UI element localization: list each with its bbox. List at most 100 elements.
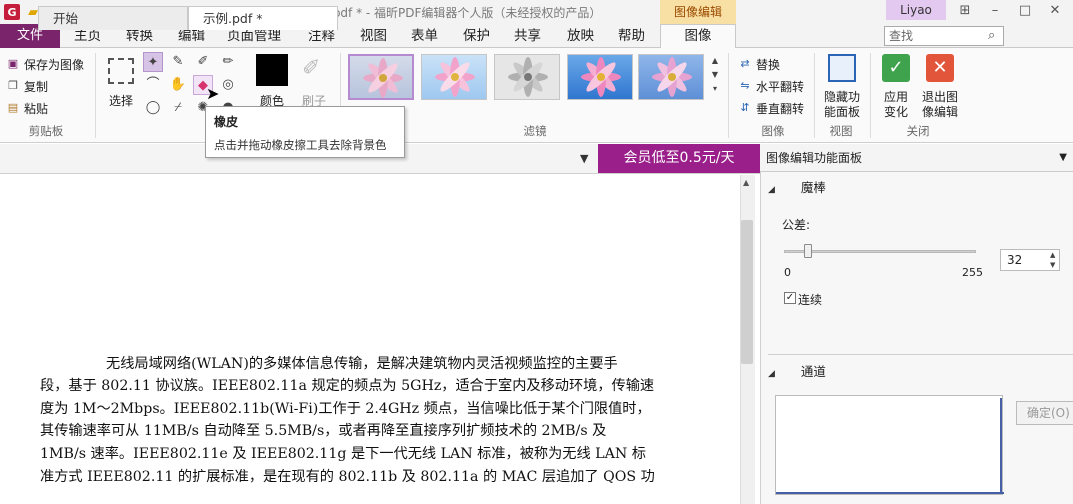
filter-thumb-original[interactable]: [348, 54, 414, 100]
exit-label-line1: 退出图: [921, 90, 958, 104]
eyedropper-icon[interactable]: ✎: [168, 52, 188, 72]
tab-form[interactable]: 表单: [411, 24, 438, 48]
apply-changes-button[interactable]: ✓ 应用 变化: [878, 54, 914, 120]
copy-button[interactable]: ❐ 复制: [6, 76, 48, 96]
tab-view[interactable]: 视图: [360, 24, 387, 48]
channel-section-header[interactable]: ◢ 通道: [768, 360, 1073, 384]
histogram-baseline: [776, 492, 1004, 494]
doc-line: 准方式 IEEE802.11 的扩展标准，是在现有的 802.11b 及 802…: [40, 469, 655, 485]
doc-line: 度为 1M～2Mbps。IEEE802.11b(Wi-Fi)工作于 2.4GHz…: [40, 401, 651, 417]
more-filters-icon[interactable]: ▾: [709, 82, 721, 96]
tab-image[interactable]: 图像: [660, 24, 736, 49]
minimize-icon[interactable]: –: [986, 2, 1004, 20]
pencil-tool-icon[interactable]: ✏: [218, 52, 238, 72]
tab-protect[interactable]: 保护: [463, 24, 490, 48]
panel-dropdown-icon[interactable]: ▼: [1059, 144, 1067, 172]
save-image-icon: ▣: [7, 57, 19, 70]
tab-slideshow[interactable]: 放映: [567, 24, 594, 48]
tooltip: 橡皮 点击并拖动橡皮擦工具去除背景色: [205, 106, 405, 158]
scroll-up-icon[interactable]: ▲: [709, 54, 721, 68]
panel-header: 图像编辑功能面板 ▼: [760, 144, 1073, 172]
collapse-triangle-icon[interactable]: ◢: [768, 369, 775, 379]
user-badge[interactable]: Liyao: [886, 0, 946, 20]
lasso-icon[interactable]: ⌒: [143, 75, 163, 95]
layout-icon[interactable]: ⊞: [956, 2, 974, 20]
flower-image-icon: [435, 57, 475, 97]
group-separator: [870, 53, 871, 138]
color-button[interactable]: 颜色: [254, 54, 290, 112]
magic-wand-title: 魔棒: [800, 180, 826, 195]
speech-bubble-icon[interactable]: ◯: [143, 98, 163, 118]
copy-label: 复制: [24, 79, 49, 94]
checkmark-icon: ✓: [882, 54, 910, 82]
hide-panel-button[interactable]: 隐藏功 能面板: [822, 54, 862, 120]
group-separator: [95, 53, 96, 138]
copy-icon: ❐: [8, 79, 18, 92]
filter-thumb-bright[interactable]: [421, 54, 487, 100]
replace-icon: ⇄: [740, 57, 750, 70]
apply-label-line1: 应用: [883, 90, 908, 104]
tab-share[interactable]: 共享: [514, 24, 541, 48]
tab-start[interactable]: 开始: [38, 6, 188, 30]
paste-icon: ▤: [7, 101, 19, 114]
scrollbar-thumb[interactable]: [741, 220, 753, 364]
group-separator: [728, 53, 729, 138]
flip-vertical-button[interactable]: ⇵ 垂直翻转: [738, 98, 804, 118]
mouse-cursor-icon: ➤: [206, 84, 220, 103]
filter-group-label: 滤镜: [523, 124, 547, 138]
flip-horizontal-icon: ⇋: [740, 79, 750, 92]
spin-down-icon[interactable]: ▼: [1050, 260, 1055, 270]
slider-min-label: 0: [784, 266, 791, 279]
exit-label-line2: 像编辑: [921, 105, 958, 119]
replace-button[interactable]: ⇄ 替换: [738, 54, 780, 74]
histogram-spike: [1000, 398, 1002, 494]
tolerance-spinner[interactable]: ▲ ▼: [1050, 250, 1055, 270]
brush-tool-icon[interactable]: ✐: [193, 52, 213, 72]
close-window-icon[interactable]: ✕: [1046, 2, 1064, 20]
filter-scroll[interactable]: ▲ ▼ ▾: [709, 54, 721, 100]
paste-label: 粘贴: [24, 101, 49, 116]
tab-document[interactable]: 示例.pdf *: [188, 6, 338, 30]
tab-list-dropdown-icon[interactable]: ▼: [580, 152, 588, 165]
clipboard-group-label: 剪贴板: [28, 124, 64, 138]
maximize-icon[interactable]: □: [1016, 2, 1034, 20]
ribbon: ▣ 保存为图像 ❐ 复制 ▤ 粘贴 剪贴板 选择 ✦ ✎ ✐ ✏ ⌒ ✋ ◆ ◎…: [0, 48, 1073, 143]
collapse-triangle-icon[interactable]: ◢: [768, 185, 775, 195]
exit-image-edit-button[interactable]: ✕ 退出图 像编辑: [920, 54, 960, 120]
brush-icon: ✐: [302, 56, 321, 81]
magic-wand-section-header[interactable]: ◢ 魔棒: [768, 176, 1073, 200]
scroll-up-arrow-icon[interactable]: ▲: [743, 178, 749, 187]
magic-wand-icon[interactable]: ✦: [143, 52, 163, 72]
apply-label-line2: 变化: [883, 105, 908, 119]
tolerance-slider-track[interactable]: [784, 250, 976, 253]
contiguous-label: 连续: [798, 293, 823, 307]
ok-button[interactable]: 确定(O): [1016, 401, 1073, 425]
filter-thumb-grayscale[interactable]: [494, 54, 560, 100]
contiguous-checkbox[interactable]: ✓: [784, 292, 796, 304]
hand-icon[interactable]: ✋: [168, 75, 188, 95]
histogram: [775, 395, 1004, 495]
search-input[interactable]: 查找: [884, 26, 1004, 46]
scroll-down-icon[interactable]: ▼: [709, 68, 721, 82]
save-as-image-button[interactable]: ▣ 保存为图像: [6, 54, 84, 74]
flip-horizontal-button[interactable]: ⇋ 水平翻转: [738, 76, 804, 96]
filter-thumb-cool[interactable]: [638, 54, 704, 100]
flower-image-icon: [508, 57, 548, 97]
select-button[interactable]: 选择: [104, 54, 138, 112]
slider-max-label: 255: [962, 266, 983, 279]
hide-panel-label-line2: 能面板: [823, 105, 860, 119]
filter-thumb-saturated[interactable]: [567, 54, 633, 100]
dropper-fill-icon[interactable]: ⌿: [168, 98, 188, 118]
promo-banner[interactable]: 会员低至0.5元/天: [598, 144, 760, 173]
context-tab-group-label: 图像编辑: [660, 0, 736, 24]
stamp-icon[interactable]: ◎: [218, 75, 238, 95]
brush-button[interactable]: ✐ 刷子: [296, 54, 332, 112]
spin-up-icon[interactable]: ▲: [1050, 250, 1055, 260]
tolerance-slider-thumb[interactable]: [804, 244, 812, 258]
hide-panel-icon: [828, 54, 856, 82]
paste-button[interactable]: ▤ 粘贴: [6, 98, 48, 118]
search-icon[interactable]: ⌕: [988, 28, 995, 43]
image-group-label: 图像: [761, 124, 785, 138]
doc-line: 段，基于 802.11 协议族。IEEE802.11a 规定的频点为 5GHz，…: [40, 378, 655, 394]
tab-help[interactable]: 帮助: [618, 24, 645, 48]
